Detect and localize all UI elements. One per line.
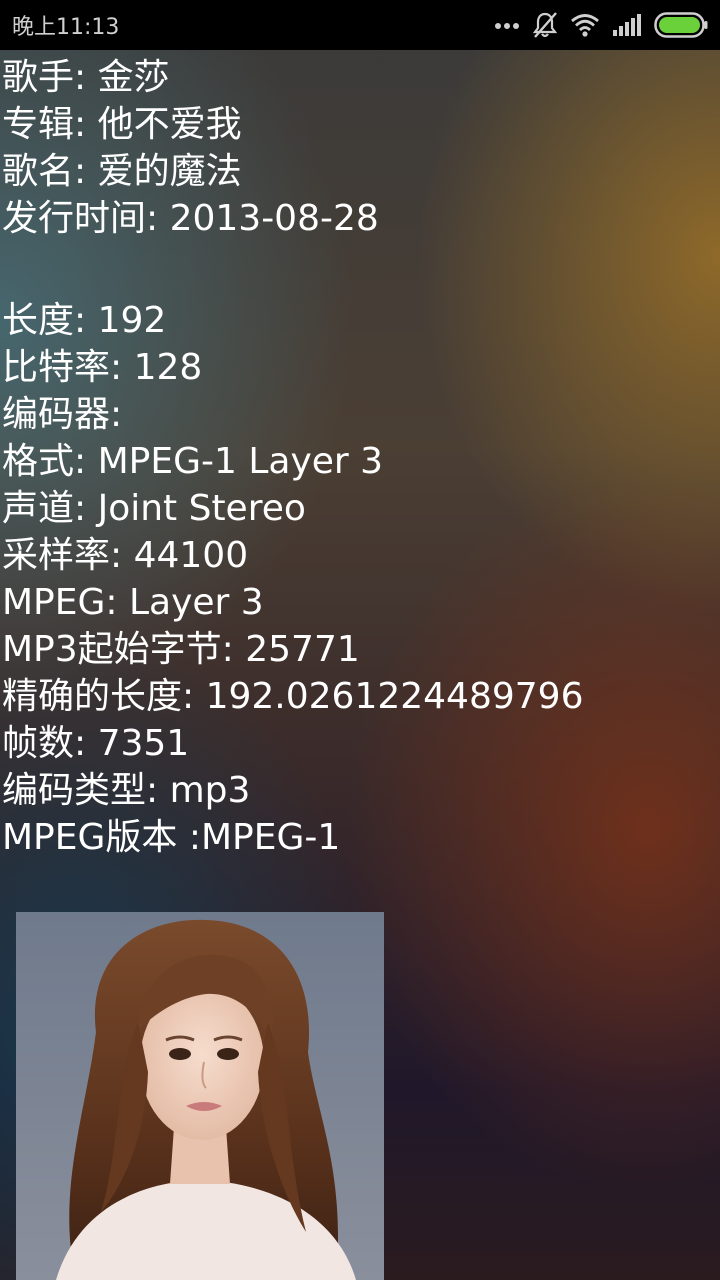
status-time: 晚上11:13: [12, 15, 120, 40]
encoder-line: 编码器:: [2, 394, 123, 435]
album-cover-portrait-icon: [16, 912, 384, 1280]
mpeg-layer-line: MPEG: Layer 3: [2, 582, 264, 623]
album-line: 专辑: 他不爱我: [2, 104, 242, 145]
battery-icon: [654, 12, 708, 38]
mute-bell-icon: [532, 11, 558, 39]
wifi-icon: [570, 13, 600, 37]
album-cover-image: [16, 912, 384, 1280]
signal-icon: [612, 13, 642, 37]
format-line: 格式: MPEG-1 Layer 3: [2, 441, 384, 482]
length-line: 长度: 192: [2, 300, 167, 341]
song-info: 歌手: 金莎 专辑: 他不爱我 歌名: 爱的魔法 发行时间: 2013-08-2…: [2, 54, 718, 861]
channel-line: 声道: Joint Stereo: [2, 488, 306, 529]
encoding-type-line: 编码类型: mp3: [2, 770, 251, 811]
precise-length-line: 精确的长度: 192.0261224489796: [2, 676, 584, 717]
bitrate-line: 比特率: 128: [2, 347, 203, 388]
mpeg-version-line: MPEG版本 :MPEG-1: [2, 817, 341, 858]
screen: 晚上11:13 歌手: 金莎 专辑: 他不爱我 歌名: 爱的魔法 发行时间: 2…: [0, 0, 720, 1280]
artist-line: 歌手: 金莎: [2, 57, 170, 98]
mp3-start-byte-line: MP3起始字节: 25771: [2, 629, 360, 670]
status-icons: [494, 11, 708, 39]
frames-line: 帧数: 7351: [2, 723, 190, 764]
sample-rate-line: 采样率: 44100: [2, 535, 249, 576]
song-title-line: 歌名: 爱的魔法: [2, 151, 242, 192]
status-bar: 晚上11:13: [0, 0, 720, 50]
release-date-line: 发行时间: 2013-08-28: [2, 198, 379, 239]
more-dots-icon: [494, 20, 520, 30]
